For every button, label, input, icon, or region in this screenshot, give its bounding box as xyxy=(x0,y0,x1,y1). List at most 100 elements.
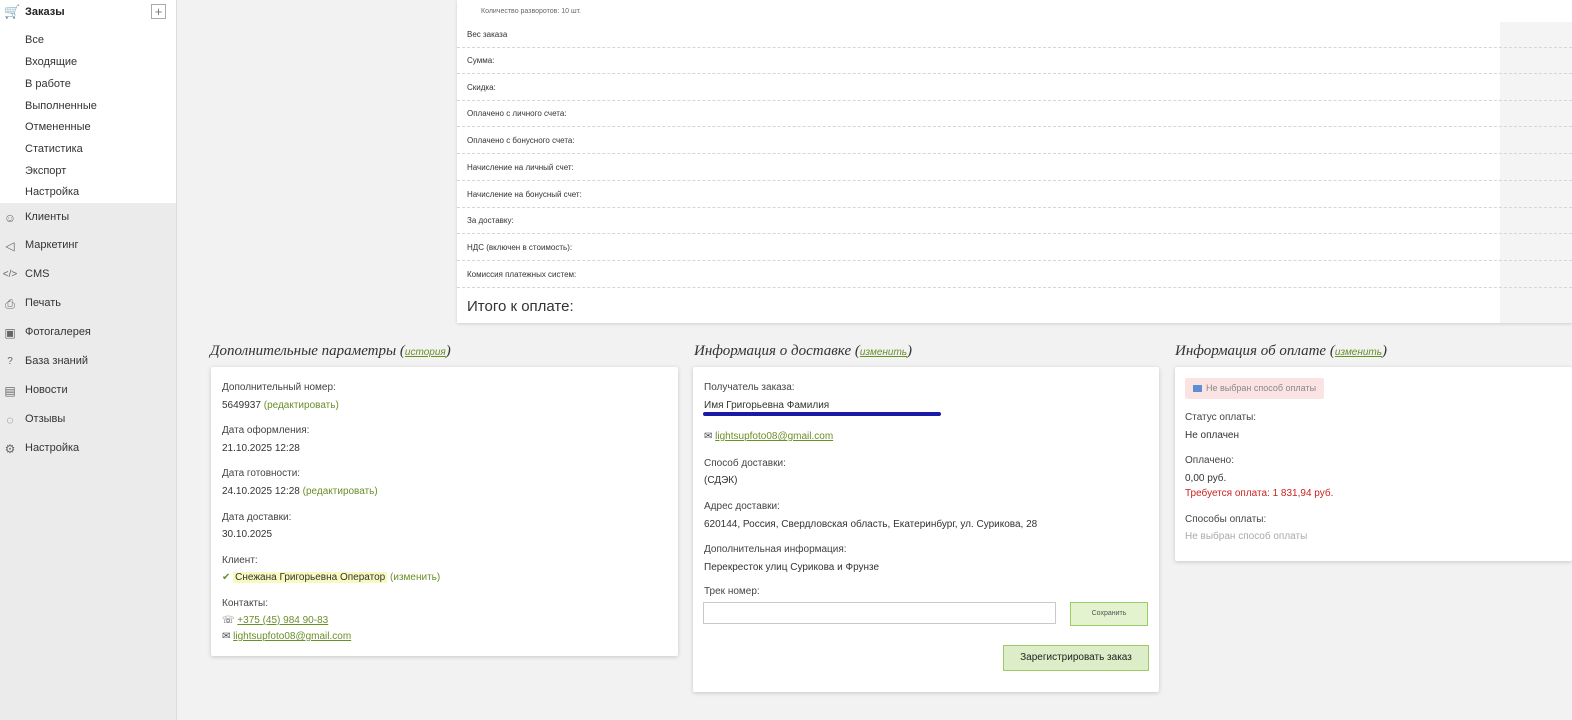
mail-icon: ✉ xyxy=(704,431,713,442)
ready-date-edit-link[interactable]: редактировать xyxy=(306,486,374,497)
mail-icon: ✉ xyxy=(222,631,231,642)
sidebar-item-label: Отзывы xyxy=(25,413,66,425)
sidebar-item-news[interactable]: ▤ Новости xyxy=(0,382,176,404)
sidebar-item-label: Маркетинг xyxy=(25,239,79,251)
summary-row-vat: НДС (включен в стоимость): xyxy=(457,235,1572,261)
phone-icon: ☏ xyxy=(222,615,235,626)
payment-methods-label: Способы оплаты: xyxy=(1185,514,1267,525)
sidebar-item-gallery[interactable]: ▣ Фотогалерея xyxy=(0,324,176,346)
payment-status-label: Статус оплаты: xyxy=(1185,412,1257,423)
sidebar-item-knowledge-base[interactable]: ? База знаний xyxy=(0,353,176,375)
delivery-address-label: Адрес доставки: xyxy=(704,501,780,512)
sidebar-subitem-export[interactable]: Экспорт xyxy=(25,165,66,177)
sidebar-item-reviews[interactable]: ◌ Отзывы xyxy=(0,411,176,433)
ready-date-value: 24.10.2025 12:28 xyxy=(222,486,300,497)
redaction-scribble xyxy=(703,412,941,416)
total-to-pay-label: Итого к оплате: xyxy=(467,298,574,315)
summary-row-paid-personal: Оплачено с личного счета: xyxy=(457,101,1572,127)
code-icon: </> xyxy=(2,269,18,280)
summary-row-commission: Комиссия платежных систем: xyxy=(457,262,1572,288)
extra-info-value: Перекресток улиц Сурикова и Фрунзе xyxy=(704,562,880,573)
extra-params-card: Дополнительный номер: 5649937 (редактиро… xyxy=(211,367,678,656)
sidebar-subitem-incoming[interactable]: Входящие xyxy=(25,56,77,68)
payment-method-badge: Не выбран способ оплаты xyxy=(1185,378,1325,399)
register-order-button[interactable]: Зарегистрировать заказ xyxy=(1003,645,1149,671)
sidebar-item-settings[interactable]: ⚙ Настройка xyxy=(0,440,176,462)
extra-number-row: 5649937 (редактировать) xyxy=(222,400,339,411)
sidebar-subitem-settings[interactable]: Настройка xyxy=(25,186,79,198)
spreads-count: Количество разворотов: 10 шт. xyxy=(481,8,581,15)
paid-value: 0,00 руб. xyxy=(1185,473,1227,484)
summary-row-accrual-personal: Начисление на личный счет: xyxy=(457,155,1572,181)
payment-info-title: Информация об оплате (изменить) xyxy=(1175,343,1388,359)
gallery-icon: ▣ xyxy=(4,326,16,340)
created-date-label: Дата оформления: xyxy=(222,425,310,436)
sidebar-subitem-cancelled[interactable]: Отмененные xyxy=(25,121,91,133)
check-icon: ✔ xyxy=(222,572,231,583)
save-track-button[interactable]: Сохранить xyxy=(1070,602,1148,626)
add-order-button[interactable]: + xyxy=(151,4,166,19)
contact-phone-link[interactable]: +375 (45) 984 90-83 xyxy=(237,615,328,626)
sidebar-item-label: CMS xyxy=(25,268,50,280)
delivery-change-link[interactable]: изменить xyxy=(860,347,907,358)
sidebar-item-orders[interactable]: 🛒 Заказы xyxy=(0,4,176,24)
settings-icon: ⚙ xyxy=(4,442,16,456)
paid-label: Оплачено: xyxy=(1185,455,1235,466)
sidebar-subitem-completed[interactable]: Выполненные xyxy=(25,100,97,112)
payment-methods-value: Не выбран способ оплаты xyxy=(1185,531,1308,542)
sidebar-item-print[interactable]: ⎙ Печать xyxy=(0,295,176,317)
sidebar-subitem-all[interactable]: Все xyxy=(25,34,44,46)
sidebar-subitem-statistics[interactable]: Статистика xyxy=(25,143,83,155)
payment-required: Требуется оплата: 1 831,94 руб. xyxy=(1185,488,1334,499)
delivery-method-label: Способ доставки: xyxy=(704,458,786,469)
sidebar-item-label: Печать xyxy=(25,297,62,309)
megaphone-icon: ◁ xyxy=(5,239,15,253)
recipient-email-row: ✉ lightsupfoto08@gmail.com xyxy=(704,431,833,442)
payment-status-value: Не оплачен xyxy=(1185,430,1240,441)
client-change-link[interactable]: изменить xyxy=(393,572,437,583)
sidebar-item-label: Клиенты xyxy=(25,211,70,223)
sidebar-item-marketing[interactable]: ◁ Маркетинг xyxy=(0,237,176,259)
summary-row-sum: Сумма: xyxy=(457,48,1572,74)
payment-info-card: Не выбран способ оплаты Статус оплаты: Н… xyxy=(1175,367,1572,561)
extra-info-label: Дополнительная информация: xyxy=(704,544,847,555)
sidebar-item-label: База знаний xyxy=(25,355,89,367)
delivery-date-label: Дата доставки: xyxy=(222,512,292,523)
delivery-info-title: Информация о доставке (изменить) xyxy=(694,343,913,359)
contact-email-row: ✉ lightsupfoto08@gmail.com xyxy=(222,631,351,642)
sidebar-item-label: Настройка xyxy=(25,442,80,454)
contact-phone-row: ☏ +375 (45) 984 90-83 xyxy=(222,615,328,626)
payment-change-link[interactable]: изменить xyxy=(1335,347,1382,358)
recipient-email-link[interactable]: lightsupfoto08@gmail.com xyxy=(715,431,833,442)
extra-number-value: 5649937 xyxy=(222,400,261,411)
reviews-icon: ◌ xyxy=(6,413,14,427)
summary-row-paid-bonus: Оплачено с бонусного счета: xyxy=(457,128,1572,154)
extra-number-label: Дополнительный номер: xyxy=(222,382,336,393)
recipient-name: Имя Григорьевна Фамилия xyxy=(704,400,830,411)
client-name-link[interactable]: Снежана Григорьевна Оператор xyxy=(233,572,388,583)
order-summary-panel: Количество разворотов: 10 шт. Вес заказа… xyxy=(457,0,1572,323)
client-label: Клиент: xyxy=(222,555,258,566)
sidebar-item-label: Новости xyxy=(25,384,68,396)
clients-icon: ☺ xyxy=(3,211,17,225)
track-number-input[interactable] xyxy=(703,602,1056,624)
history-link[interactable]: история xyxy=(405,347,446,358)
sidebar: 🛒 Заказы + Все Входящие В работе Выполне… xyxy=(0,0,177,720)
sidebar-item-clients[interactable]: ☺ Клиенты xyxy=(0,209,176,231)
card-icon xyxy=(1193,385,1202,393)
sidebar-item-cms[interactable]: </> CMS xyxy=(0,266,176,288)
cart-icon: 🛒 xyxy=(4,4,21,19)
ready-date-label: Дата готовности: xyxy=(222,468,301,479)
extra-number-edit-link[interactable]: редактировать xyxy=(267,400,335,411)
printer-icon: ⎙ xyxy=(5,297,15,311)
client-row: ✔ Снежана Григорьевна Оператор (изменить… xyxy=(222,572,441,583)
ready-date-row: 24.10.2025 12:28 (редактировать) xyxy=(222,486,378,497)
sidebar-subitem-in-progress[interactable]: В работе xyxy=(25,78,71,90)
summary-row-delivery: За доставку: xyxy=(457,208,1572,234)
contact-email-link[interactable]: lightsupfoto08@gmail.com xyxy=(233,631,351,642)
sidebar-item-label: Заказы xyxy=(25,6,65,18)
news-icon: ▤ xyxy=(4,384,16,398)
contacts-label: Контакты: xyxy=(222,598,268,609)
summary-row-accrual-bonus: Начисление на бонусный счет: xyxy=(457,182,1572,208)
summary-row-weight: Вес заказа xyxy=(457,22,1572,48)
